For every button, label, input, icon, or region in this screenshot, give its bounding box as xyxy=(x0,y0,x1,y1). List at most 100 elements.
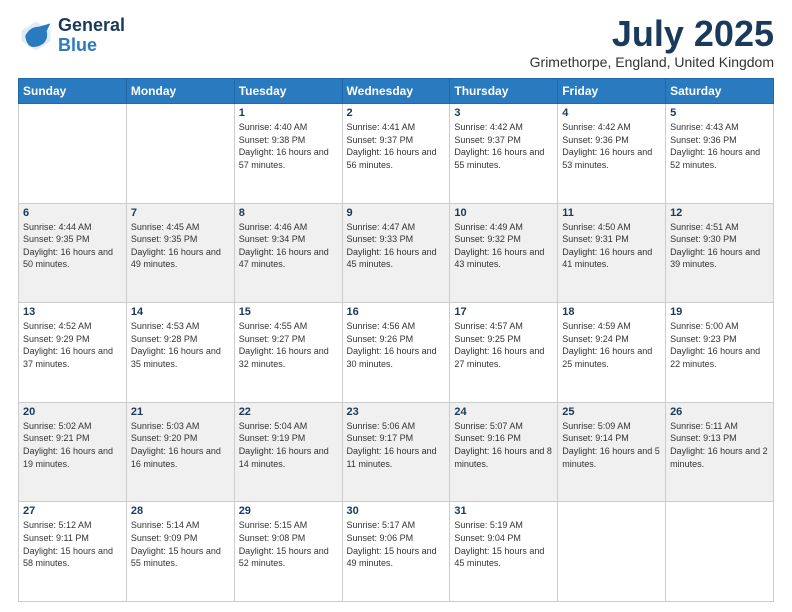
sunset-text: Sunset: 9:29 PM xyxy=(23,334,90,344)
daylight-text: Daylight: 16 hours and 57 minutes. xyxy=(239,147,329,170)
cell-details: Sunrise: 5:04 AM Sunset: 9:19 PM Dayligh… xyxy=(239,420,338,470)
sunrise-text: Sunrise: 4:55 AM xyxy=(239,321,308,331)
daylight-text: Daylight: 15 hours and 45 minutes. xyxy=(454,546,544,569)
sunrise-text: Sunrise: 5:09 AM xyxy=(562,421,631,431)
table-row: 24 Sunrise: 5:07 AM Sunset: 9:16 PM Dayl… xyxy=(450,402,558,502)
sunset-text: Sunset: 9:16 PM xyxy=(454,433,521,443)
day-number: 14 xyxy=(131,306,230,318)
sunrise-text: Sunrise: 5:07 AM xyxy=(454,421,523,431)
day-number: 27 xyxy=(23,505,122,517)
calendar-week-row: 20 Sunrise: 5:02 AM Sunset: 9:21 PM Dayl… xyxy=(19,402,774,502)
sunset-text: Sunset: 9:35 PM xyxy=(23,234,90,244)
daylight-text: Daylight: 15 hours and 58 minutes. xyxy=(23,546,113,569)
cell-details: Sunrise: 5:06 AM Sunset: 9:17 PM Dayligh… xyxy=(347,420,446,470)
sunrise-text: Sunrise: 5:02 AM xyxy=(23,421,92,431)
table-row: 3 Sunrise: 4:42 AM Sunset: 9:37 PM Dayli… xyxy=(450,104,558,204)
table-row xyxy=(126,104,234,204)
sunset-text: Sunset: 9:36 PM xyxy=(670,135,737,145)
sunset-text: Sunset: 9:09 PM xyxy=(131,533,198,543)
day-number: 4 xyxy=(562,107,661,119)
cell-details: Sunrise: 5:19 AM Sunset: 9:04 PM Dayligh… xyxy=(454,519,553,569)
sunrise-text: Sunrise: 4:42 AM xyxy=(562,122,631,132)
table-row: 13 Sunrise: 4:52 AM Sunset: 9:29 PM Dayl… xyxy=(19,303,127,403)
calendar-week-row: 27 Sunrise: 5:12 AM Sunset: 9:11 PM Dayl… xyxy=(19,502,774,602)
cell-details: Sunrise: 5:17 AM Sunset: 9:06 PM Dayligh… xyxy=(347,519,446,569)
calendar-week-row: 1 Sunrise: 4:40 AM Sunset: 9:38 PM Dayli… xyxy=(19,104,774,204)
daylight-text: Daylight: 16 hours and 32 minutes. xyxy=(239,346,329,369)
sunrise-text: Sunrise: 4:59 AM xyxy=(562,321,631,331)
day-number: 26 xyxy=(670,406,769,418)
calendar-week-row: 13 Sunrise: 4:52 AM Sunset: 9:29 PM Dayl… xyxy=(19,303,774,403)
daylight-text: Daylight: 16 hours and 25 minutes. xyxy=(562,346,652,369)
daylight-text: Daylight: 16 hours and 56 minutes. xyxy=(347,147,437,170)
location-title: Grimethorpe, England, United Kingdom xyxy=(530,54,774,70)
sunset-text: Sunset: 9:08 PM xyxy=(239,533,306,543)
daylight-text: Daylight: 16 hours and 43 minutes. xyxy=(454,247,544,270)
sunrise-text: Sunrise: 4:56 AM xyxy=(347,321,416,331)
sunset-text: Sunset: 9:37 PM xyxy=(347,135,414,145)
sunset-text: Sunset: 9:33 PM xyxy=(347,234,414,244)
sunrise-text: Sunrise: 4:52 AM xyxy=(23,321,92,331)
cell-details: Sunrise: 4:50 AM Sunset: 9:31 PM Dayligh… xyxy=(562,221,661,271)
sunrise-text: Sunrise: 4:40 AM xyxy=(239,122,308,132)
cell-details: Sunrise: 4:53 AM Sunset: 9:28 PM Dayligh… xyxy=(131,320,230,370)
header: General Blue July 2025 Grimethorpe, Engl… xyxy=(18,16,774,70)
daylight-text: Daylight: 16 hours and 47 minutes. xyxy=(239,247,329,270)
table-row: 7 Sunrise: 4:45 AM Sunset: 9:35 PM Dayli… xyxy=(126,203,234,303)
sunrise-text: Sunrise: 4:57 AM xyxy=(454,321,523,331)
table-row: 22 Sunrise: 5:04 AM Sunset: 9:19 PM Dayl… xyxy=(234,402,342,502)
col-friday: Friday xyxy=(558,79,666,104)
logo-text: General Blue xyxy=(58,16,125,56)
sunrise-text: Sunrise: 4:43 AM xyxy=(670,122,739,132)
table-row: 15 Sunrise: 4:55 AM Sunset: 9:27 PM Dayl… xyxy=(234,303,342,403)
sunset-text: Sunset: 9:30 PM xyxy=(670,234,737,244)
cell-details: Sunrise: 4:59 AM Sunset: 9:24 PM Dayligh… xyxy=(562,320,661,370)
day-number: 22 xyxy=(239,406,338,418)
sunrise-text: Sunrise: 4:44 AM xyxy=(23,222,92,232)
table-row: 8 Sunrise: 4:46 AM Sunset: 9:34 PM Dayli… xyxy=(234,203,342,303)
sunrise-text: Sunrise: 4:51 AM xyxy=(670,222,739,232)
sunrise-text: Sunrise: 5:03 AM xyxy=(131,421,200,431)
sunrise-text: Sunrise: 4:41 AM xyxy=(347,122,416,132)
daylight-text: Daylight: 16 hours and 53 minutes. xyxy=(562,147,652,170)
col-saturday: Saturday xyxy=(666,79,774,104)
table-row: 25 Sunrise: 5:09 AM Sunset: 9:14 PM Dayl… xyxy=(558,402,666,502)
day-number: 10 xyxy=(454,207,553,219)
table-row: 10 Sunrise: 4:49 AM Sunset: 9:32 PM Dayl… xyxy=(450,203,558,303)
table-row: 2 Sunrise: 4:41 AM Sunset: 9:37 PM Dayli… xyxy=(342,104,450,204)
table-row: 9 Sunrise: 4:47 AM Sunset: 9:33 PM Dayli… xyxy=(342,203,450,303)
daylight-text: Daylight: 16 hours and 55 minutes. xyxy=(454,147,544,170)
sunrise-text: Sunrise: 4:45 AM xyxy=(131,222,200,232)
sunset-text: Sunset: 9:31 PM xyxy=(562,234,629,244)
col-thursday: Thursday xyxy=(450,79,558,104)
day-number: 23 xyxy=(347,406,446,418)
calendar-week-row: 6 Sunrise: 4:44 AM Sunset: 9:35 PM Dayli… xyxy=(19,203,774,303)
table-row: 29 Sunrise: 5:15 AM Sunset: 9:08 PM Dayl… xyxy=(234,502,342,602)
cell-details: Sunrise: 5:15 AM Sunset: 9:08 PM Dayligh… xyxy=(239,519,338,569)
daylight-text: Daylight: 16 hours and 30 minutes. xyxy=(347,346,437,369)
daylight-text: Daylight: 15 hours and 55 minutes. xyxy=(131,546,221,569)
cell-details: Sunrise: 4:42 AM Sunset: 9:36 PM Dayligh… xyxy=(562,121,661,171)
daylight-text: Daylight: 16 hours and 37 minutes. xyxy=(23,346,113,369)
day-number: 21 xyxy=(131,406,230,418)
sunset-text: Sunset: 9:11 PM xyxy=(23,533,89,543)
cell-details: Sunrise: 5:07 AM Sunset: 9:16 PM Dayligh… xyxy=(454,420,553,470)
daylight-text: Daylight: 15 hours and 49 minutes. xyxy=(347,546,437,569)
sunset-text: Sunset: 9:23 PM xyxy=(670,334,737,344)
sunset-text: Sunset: 9:25 PM xyxy=(454,334,521,344)
sunset-text: Sunset: 9:19 PM xyxy=(239,433,306,443)
cell-details: Sunrise: 4:51 AM Sunset: 9:30 PM Dayligh… xyxy=(670,221,769,271)
sunrise-text: Sunrise: 4:47 AM xyxy=(347,222,416,232)
sunrise-text: Sunrise: 5:15 AM xyxy=(239,520,308,530)
cell-details: Sunrise: 5:14 AM Sunset: 9:09 PM Dayligh… xyxy=(131,519,230,569)
table-row: 6 Sunrise: 4:44 AM Sunset: 9:35 PM Dayli… xyxy=(19,203,127,303)
cell-details: Sunrise: 5:12 AM Sunset: 9:11 PM Dayligh… xyxy=(23,519,122,569)
sunrise-text: Sunrise: 5:06 AM xyxy=(347,421,416,431)
calendar-header-row: Sunday Monday Tuesday Wednesday Thursday… xyxy=(19,79,774,104)
sunset-text: Sunset: 9:21 PM xyxy=(23,433,90,443)
sunset-text: Sunset: 9:04 PM xyxy=(454,533,521,543)
sunset-text: Sunset: 9:27 PM xyxy=(239,334,306,344)
daylight-text: Daylight: 16 hours and 14 minutes. xyxy=(239,446,329,469)
daylight-text: Daylight: 16 hours and 5 minutes. xyxy=(562,446,660,469)
month-title: July 2025 xyxy=(530,16,774,52)
